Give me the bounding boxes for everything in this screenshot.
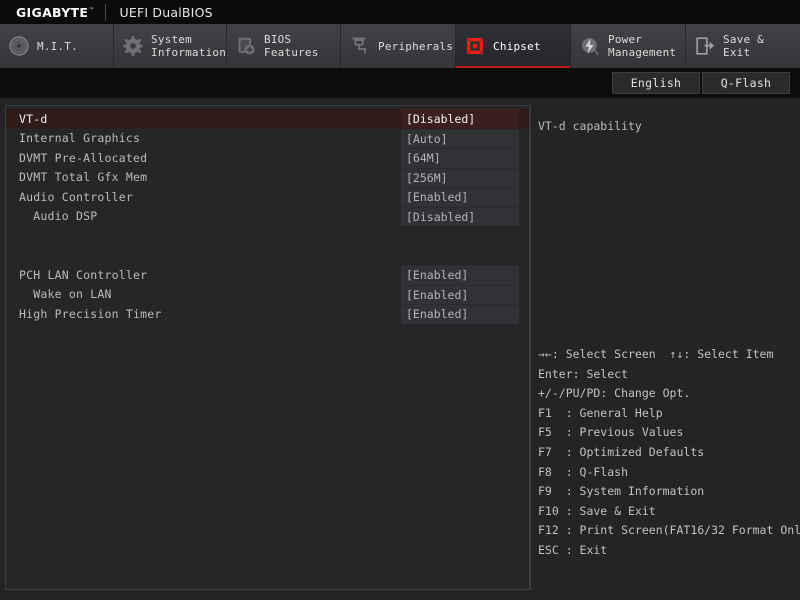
tab-chipset-label: Chipset (493, 40, 541, 53)
gigabyte-logo-text: GIGABYTE (16, 5, 88, 20)
gigabyte-logo: GIGABYTE™ (0, 5, 95, 20)
bios-setup-screen: GIGABYTE™ UEFI DualBIOS M.I.T. (0, 0, 800, 600)
tab-chipset[interactable]: Chipset (456, 24, 571, 68)
trademark-symbol: ™ (88, 6, 94, 13)
setting-value[interactable]: [256M] (401, 168, 519, 188)
brand-divider (105, 4, 106, 21)
settings-row[interactable]: High Precision Timer [Enabled] (6, 304, 529, 324)
setting-label: Audio DSP (19, 209, 97, 223)
setting-value[interactable]: [Enabled] (401, 265, 519, 285)
tab-peripherals-label: Peripherals (378, 40, 453, 53)
tab-peripherals[interactable]: Peripherals (341, 24, 456, 68)
tab-system-information[interactable]: System Information (114, 24, 227, 68)
key-legend-line: F9 : System Information (538, 482, 796, 502)
tab-save-and-exit[interactable]: Save & Exit (686, 24, 800, 68)
key-legend-line: +/-/PU/PD: Change Opt. (538, 384, 796, 404)
tab-bios-features[interactable]: BIOS Features (227, 24, 341, 68)
settings-row[interactable]: Internal Graphics [Auto] (6, 129, 529, 149)
key-legend-line: →←: Select Screen ↑↓: Select Item (538, 345, 796, 365)
setting-label: VT-d (19, 112, 48, 126)
key-legend: →←: Select Screen ↑↓: Select ItemEnter: … (538, 345, 796, 561)
tab-power-management[interactable]: Power Management (571, 24, 686, 68)
help-description: VT-d capability (538, 118, 788, 134)
setting-label: High Precision Timer (19, 307, 161, 321)
settings-row[interactable]: Audio DSP [Disabled] (6, 207, 529, 227)
settings-row[interactable]: PCH LAN Controller [Enabled] (6, 265, 529, 285)
gear-icon (122, 35, 144, 57)
main-tab-bar: M.I.T. (0, 24, 800, 68)
settings-row[interactable]: Audio Controller [Enabled] (6, 187, 529, 207)
key-legend-line: F8 : Q-Flash (538, 463, 796, 483)
settings-list: VT-d[Disabled]Internal Graphics[Auto]DVM… (6, 109, 529, 324)
key-legend-line: F10 : Save & Exit (538, 502, 796, 522)
plug-icon (349, 35, 371, 57)
gauge-icon (8, 35, 30, 57)
main-content: VT-d[Disabled]Internal Graphics[Auto]DVM… (0, 98, 800, 600)
settings-row[interactable]: Wake on LAN [Enabled] (6, 285, 529, 305)
tab-mit[interactable]: M.I.T. (0, 24, 114, 68)
tab-system-information-label: System Information (151, 33, 226, 59)
chipset-icon (464, 35, 486, 57)
settings-row-spacer (6, 246, 529, 266)
setting-value[interactable]: [Disabled] (401, 207, 519, 227)
key-legend-line: F12 : Print Screen(FAT16/32 Format Only) (538, 521, 796, 541)
tab-mit-label: M.I.T. (37, 40, 78, 53)
setting-label: PCH LAN Controller (19, 268, 147, 282)
uefi-dualbios-title: UEFI DualBIOS (120, 5, 213, 20)
settings-row[interactable]: DVMT Total Gfx Mem [256M] (6, 168, 529, 188)
setting-value[interactable]: [Enabled] (401, 304, 519, 324)
setting-value[interactable]: [Enabled] (401, 285, 519, 305)
qflash-button[interactable]: Q-Flash (702, 72, 790, 94)
exit-door-icon (694, 35, 716, 57)
key-legend-line: Enter: Select (538, 365, 796, 385)
key-legend-line: F7 : Optimized Defaults (538, 443, 796, 463)
brand-bar: GIGABYTE™ UEFI DualBIOS (0, 0, 800, 24)
setting-label: DVMT Pre-Allocated (19, 151, 147, 165)
key-legend-line: F1 : General Help (538, 404, 796, 424)
setting-label: DVMT Total Gfx Mem (19, 170, 147, 184)
tab-bios-features-label: BIOS Features (264, 33, 319, 59)
setting-label: Audio Controller (19, 190, 133, 204)
setting-value[interactable]: [64M] (401, 148, 519, 168)
secondary-toolbar: English Q-Flash (0, 68, 800, 98)
key-legend-line: ESC : Exit (538, 541, 796, 561)
setting-value[interactable]: [Auto] (401, 129, 519, 149)
language-button[interactable]: English (612, 72, 700, 94)
setting-value[interactable]: [Enabled] (401, 187, 519, 207)
setting-label: Internal Graphics (19, 131, 140, 145)
settings-row[interactable]: DVMT Pre-Allocated [64M] (6, 148, 529, 168)
setting-value[interactable]: [Disabled] (401, 109, 519, 129)
power-bolt-icon (579, 35, 601, 57)
help-panel: VT-d capability →←: Select Screen ↑↓: Se… (531, 105, 795, 590)
tab-power-management-label: Power Management (608, 33, 676, 59)
settings-row-spacer (6, 226, 529, 246)
settings-row[interactable]: VT-d [Disabled] (6, 109, 529, 129)
chip-add-icon (235, 35, 257, 57)
key-legend-line: F5 : Previous Values (538, 423, 796, 443)
tab-save-and-exit-label: Save & Exit (723, 33, 790, 59)
settings-panel: VT-d[Disabled]Internal Graphics[Auto]DVM… (5, 105, 530, 590)
setting-label: Wake on LAN (19, 287, 112, 301)
